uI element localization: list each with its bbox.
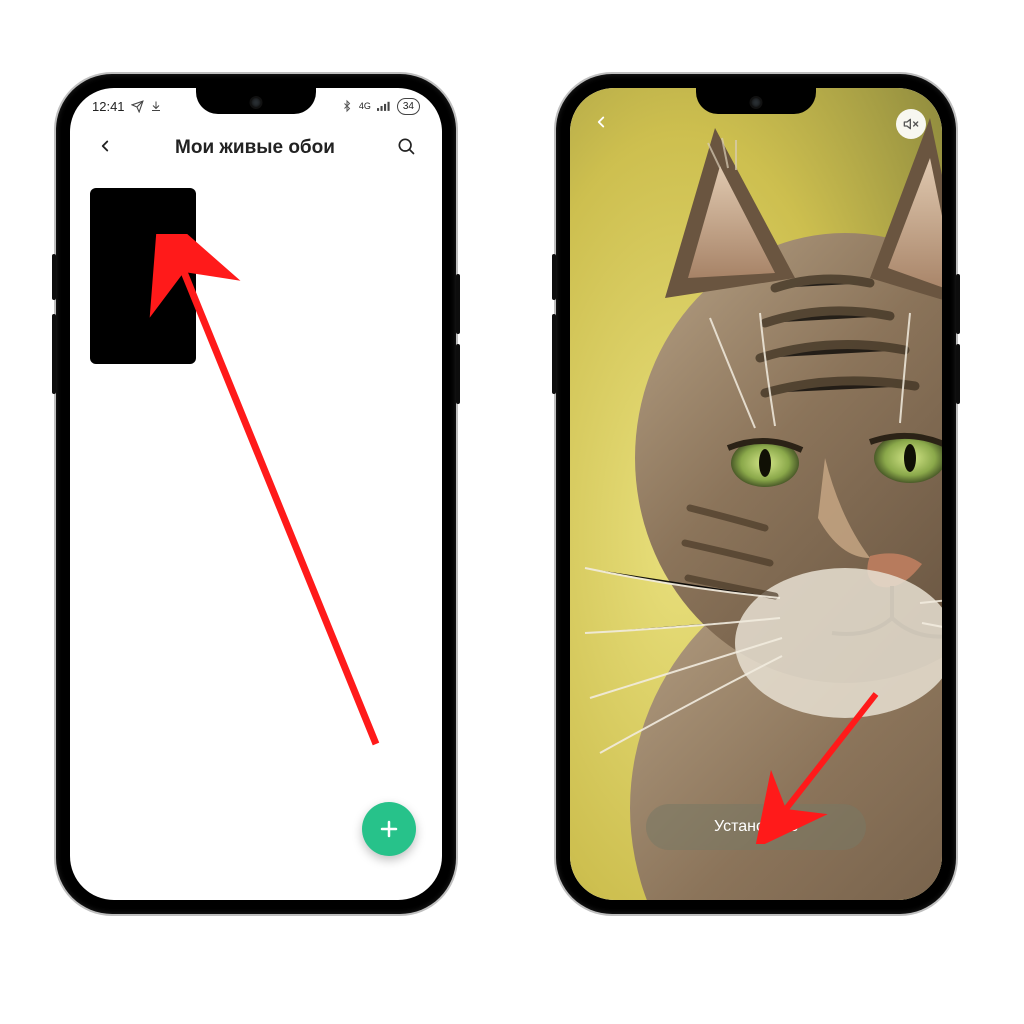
battery-icon: 34 (397, 98, 420, 115)
canvas: 12:41 4G (0, 0, 1024, 1024)
mute-button[interactable] (896, 109, 926, 139)
search-button[interactable] (390, 130, 422, 167)
side-button (52, 314, 56, 394)
search-icon (396, 136, 416, 156)
apply-label: Установить (714, 818, 798, 836)
plus-icon (377, 817, 401, 841)
side-button (956, 274, 960, 334)
side-button (456, 274, 460, 334)
chevron-left-icon (96, 137, 114, 155)
phone-right: Установить (556, 74, 956, 914)
signal-icon (377, 100, 391, 112)
screen: Установить (570, 88, 942, 900)
wallpaper-thumbnail[interactable] (90, 188, 196, 364)
phone-left: 12:41 4G (56, 74, 456, 914)
notch (196, 88, 316, 114)
status-time: 12:41 (92, 99, 125, 114)
network-label: 4G (359, 102, 371, 111)
screen: 12:41 4G (70, 88, 442, 900)
back-button[interactable] (90, 129, 120, 167)
app-header: Мои живые обои (70, 122, 442, 174)
mute-icon (903, 116, 919, 132)
status-right: 4G 34 (341, 98, 420, 115)
side-button (552, 254, 556, 300)
send-icon (131, 100, 144, 113)
add-wallpaper-button[interactable] (362, 802, 416, 856)
notch (696, 88, 816, 114)
side-button (552, 314, 556, 394)
apply-wallpaper-button[interactable]: Установить (646, 804, 866, 850)
side-button (52, 254, 56, 300)
back-button[interactable] (586, 105, 616, 143)
battery-text: 34 (403, 101, 414, 112)
bluetooth-icon (341, 99, 353, 113)
chevron-left-icon (592, 113, 610, 131)
wallpaper-preview[interactable] (570, 88, 942, 900)
page-title: Мои живые обои (175, 137, 335, 159)
side-button (956, 344, 960, 404)
status-left: 12:41 (92, 99, 162, 114)
download-icon (150, 100, 162, 112)
side-button (456, 344, 460, 404)
